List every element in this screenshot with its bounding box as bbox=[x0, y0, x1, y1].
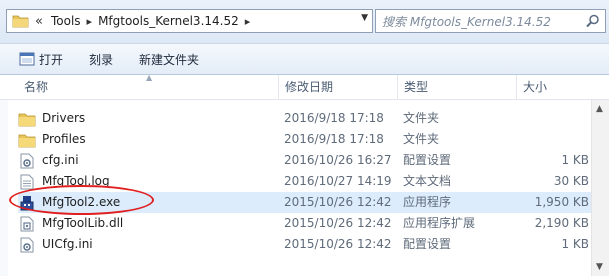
file-type: 配置设置 bbox=[403, 153, 452, 167]
burn-label: 刻录 bbox=[89, 52, 114, 67]
search-icon[interactable] bbox=[586, 14, 600, 31]
open-app-icon bbox=[19, 51, 35, 67]
file-type: 文件夹 bbox=[403, 111, 440, 125]
file-size: 2,190 KB bbox=[534, 216, 589, 230]
file-date: 2016/10/27 14:19 bbox=[284, 174, 392, 188]
file-date: 2015/10/26 12:42 bbox=[284, 195, 392, 209]
open-button[interactable]: 打开 bbox=[10, 47, 72, 71]
file-type: 文件夹 bbox=[403, 132, 440, 146]
file-date: 2015/10/26 12:42 bbox=[284, 237, 392, 251]
file-name: cfg.ini bbox=[42, 153, 79, 167]
list-item[interactable]: UICfg.ini 2015/10/26 12:42 配置设置 1 KB bbox=[18, 234, 609, 255]
column-header-size[interactable]: 大小 bbox=[516, 75, 591, 100]
scroll-up-icon[interactable]: ▲ bbox=[596, 104, 603, 114]
list-item[interactable]: cfg.ini 2016/10/26 16:27 配置设置 1 KB bbox=[18, 150, 609, 171]
file-name-cell: Profiles bbox=[18, 129, 86, 150]
config-file-icon bbox=[18, 237, 36, 253]
column-header-name[interactable]: 名称 bbox=[18, 75, 278, 100]
command-toolbar: 打开 刻录 新建文件夹 bbox=[0, 44, 609, 75]
file-type: 文本文档 bbox=[403, 174, 452, 188]
file-name-cell: Drivers bbox=[18, 108, 85, 129]
text-file-icon bbox=[18, 174, 36, 190]
file-type: 配置设置 bbox=[403, 237, 452, 251]
scroll-down-icon[interactable]: ▼ bbox=[596, 262, 603, 272]
file-size: 30 KB bbox=[553, 174, 589, 188]
list-item[interactable]: MfgToolLib.dll 2015/10/26 12:42 应用程序扩展 2… bbox=[18, 213, 609, 234]
file-name: MfgToolLib.dll bbox=[42, 216, 124, 230]
file-name: Profiles bbox=[42, 132, 86, 146]
chevron-right-icon[interactable]: ▸ bbox=[87, 15, 93, 28]
file-type: 应用程序 bbox=[403, 195, 452, 209]
list-item[interactable]: Profiles 2016/9/18 17:18 文件夹 bbox=[18, 129, 609, 150]
new-folder-button[interactable]: 新建文件夹 bbox=[130, 47, 208, 71]
file-name-cell: MfgToolLib.dll bbox=[18, 213, 123, 234]
file-size: 1 KB bbox=[561, 237, 589, 251]
file-date: 2015/10/26 12:42 bbox=[284, 216, 392, 230]
file-size: 1,950 KB bbox=[534, 195, 589, 209]
navigation-pane-edge bbox=[0, 100, 8, 276]
burn-button[interactable]: 刻录 bbox=[80, 47, 122, 71]
file-name-cell: UICfg.ini bbox=[18, 234, 93, 255]
file-type: 应用程序扩展 bbox=[403, 216, 476, 230]
file-name: Drivers bbox=[42, 111, 86, 125]
breadcrumb-overflow[interactable]: « bbox=[35, 14, 43, 29]
breadcrumb-current-folder[interactable]: Mfgtools_Kernel3.14.52 bbox=[98, 14, 239, 28]
config-file-icon bbox=[18, 153, 36, 169]
column-header-date[interactable]: 修改日期 bbox=[278, 75, 397, 100]
column-header-type[interactable]: 类型 bbox=[397, 75, 516, 100]
breadcrumb-tools[interactable]: Tools bbox=[51, 14, 81, 28]
chevron-down-icon[interactable]: ▼ bbox=[361, 13, 368, 23]
open-label: 打开 bbox=[39, 52, 64, 67]
address-bar[interactable]: « Tools ▸ Mfgtools_Kernel3.14.52 ▸ ▼ bbox=[6, 9, 373, 33]
chevron-right-icon[interactable]: ▸ bbox=[245, 15, 251, 28]
highlight-ring-annotation bbox=[9, 185, 154, 215]
file-date: 2016/10/26 16:27 bbox=[284, 153, 392, 167]
column-header-row: ▲ 名称 修改日期 类型 大小 bbox=[0, 73, 609, 100]
list-item[interactable]: Drivers 2016/9/18 17:18 文件夹 bbox=[18, 108, 609, 129]
file-date: 2016/9/18 17:18 bbox=[284, 111, 384, 125]
folder-icon bbox=[12, 14, 29, 28]
new-folder-label: 新建文件夹 bbox=[139, 52, 200, 67]
vertical-scrollbar[interactable]: ▲ ▼ bbox=[591, 100, 609, 276]
file-name-cell: cfg.ini bbox=[18, 150, 79, 171]
folder-icon bbox=[18, 111, 36, 127]
folder-icon bbox=[18, 132, 36, 148]
file-date: 2016/9/18 17:18 bbox=[284, 132, 384, 146]
file-name: UICfg.ini bbox=[42, 237, 93, 251]
navigation-bar: « Tools ▸ Mfgtools_Kernel3.14.52 ▸ ▼ 搜索 … bbox=[0, 0, 609, 44]
file-size: 1 KB bbox=[561, 153, 589, 167]
dll-file-icon bbox=[18, 216, 36, 232]
search-box[interactable]: 搜索 Mfgtools_Kernel3.14.52 bbox=[375, 9, 606, 33]
search-input[interactable]: 搜索 Mfgtools_Kernel3.14.52 bbox=[382, 13, 551, 30]
